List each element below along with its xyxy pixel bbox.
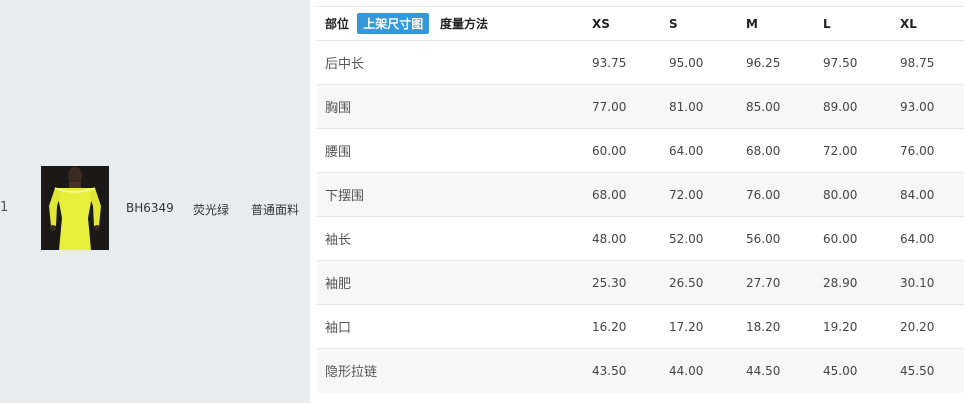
cell-xs: 16.20 — [592, 304, 669, 349]
cell-m: 76.00 — [746, 172, 823, 217]
table-row: 胸围 77.00 81.00 85.00 89.00 93.00 — [317, 84, 964, 129]
cell-l: 89.00 — [823, 84, 900, 129]
row-part: 袖口 — [317, 304, 440, 349]
header-part: 部位 上架尺寸图 — [317, 6, 440, 41]
row-part: 胸围 — [317, 84, 440, 129]
cell-l: 28.90 — [823, 260, 900, 305]
product-fabric: 普通面料 — [251, 203, 300, 217]
header-size-m: M — [746, 6, 823, 41]
cell-s: 17.20 — [669, 304, 746, 349]
table-row: 袖口 16.20 17.20 18.20 19.20 20.20 — [317, 304, 964, 349]
row-method — [440, 216, 592, 261]
dress-model-image — [41, 166, 109, 250]
cell-xs: 43.50 — [592, 348, 669, 393]
header-size-xs: XS — [592, 6, 669, 41]
cell-m: 44.50 — [746, 348, 823, 393]
cell-l: 19.20 — [823, 304, 900, 349]
cell-xs: 25.30 — [592, 260, 669, 305]
cell-xl: 64.00 — [900, 216, 964, 261]
header-method: 度量方法 — [440, 6, 592, 41]
product-row-panel: 1 BH6349 荧光绿 普通面料 — [0, 0, 310, 403]
table-row: 袖长 48.00 52.00 56.00 60.00 64.00 — [317, 216, 964, 261]
cell-xs: 68.00 — [592, 172, 669, 217]
product-thumbnail[interactable] — [41, 166, 109, 250]
cell-m: 68.00 — [746, 128, 823, 173]
row-method — [440, 348, 592, 393]
row-part: 隐形拉链 — [317, 348, 440, 393]
cell-m: 85.00 — [746, 84, 823, 129]
cell-s: 72.00 — [669, 172, 746, 217]
cell-s: 26.50 — [669, 260, 746, 305]
cell-xs: 77.00 — [592, 84, 669, 129]
row-method — [440, 260, 592, 305]
header-size-l: L — [823, 6, 900, 41]
cell-xs: 48.00 — [592, 216, 669, 261]
cell-l: 60.00 — [823, 216, 900, 261]
cell-xl: 45.50 — [900, 348, 964, 393]
row-method — [440, 128, 592, 173]
cell-xl: 98.75 — [900, 40, 964, 85]
table-row: 后中长 93.75 95.00 96.25 97.50 98.75 — [317, 40, 964, 85]
cell-l: 45.00 — [823, 348, 900, 393]
header-size-s: S — [669, 6, 746, 41]
cell-xl: 84.00 — [900, 172, 964, 217]
row-method — [440, 172, 592, 217]
cell-l: 80.00 — [823, 172, 900, 217]
cell-l: 72.00 — [823, 128, 900, 173]
row-part: 后中长 — [317, 40, 440, 85]
cell-m: 56.00 — [746, 216, 823, 261]
cell-xl: 76.00 — [900, 128, 964, 173]
cell-s: 81.00 — [669, 84, 746, 129]
size-chart-page: 1 BH6349 荧光绿 普通面料 部位 上架尺寸图 度量方法 XS S M L… — [0, 0, 964, 403]
cell-xl: 20.20 — [900, 304, 964, 349]
row-part: 袖长 — [317, 216, 440, 261]
cell-m: 18.20 — [746, 304, 823, 349]
cell-s: 95.00 — [669, 40, 746, 85]
table-row: 袖肥 25.30 26.50 27.70 28.90 30.10 — [317, 260, 964, 305]
row-index: 1 — [0, 200, 9, 215]
size-table: 部位 上架尺寸图 度量方法 XS S M L XL 后中长 93.75 95.0… — [317, 6, 964, 393]
table-row: 隐形拉链 43.50 44.00 44.50 45.00 45.50 — [317, 348, 964, 393]
cell-m: 27.70 — [746, 260, 823, 305]
cell-xs: 60.00 — [592, 128, 669, 173]
table-row: 下摆围 68.00 72.00 76.00 80.00 84.00 — [317, 172, 964, 217]
row-part: 腰围 — [317, 128, 440, 173]
row-part: 袖肥 — [317, 260, 440, 305]
cell-xs: 93.75 — [592, 40, 669, 85]
table-header-row: 部位 上架尺寸图 度量方法 XS S M L XL — [317, 6, 964, 41]
row-method — [440, 84, 592, 129]
cell-s: 52.00 — [669, 216, 746, 261]
cell-s: 44.00 — [669, 348, 746, 393]
header-size-xl: XL — [900, 6, 964, 41]
row-method — [440, 304, 592, 349]
product-code: BH6349 — [126, 201, 174, 215]
cell-m: 96.25 — [746, 40, 823, 85]
header-part-label: 部位 — [325, 17, 350, 31]
cell-l: 97.50 — [823, 40, 900, 85]
cell-s: 64.00 — [669, 128, 746, 173]
cell-xl: 30.10 — [900, 260, 964, 305]
table-row: 腰围 60.00 64.00 68.00 72.00 76.00 — [317, 128, 964, 173]
product-color: 荧光绿 — [193, 203, 230, 217]
upload-size-chart-button[interactable]: 上架尺寸图 — [357, 13, 430, 34]
row-method — [440, 40, 592, 85]
row-part: 下摆围 — [317, 172, 440, 217]
cell-xl: 93.00 — [900, 84, 964, 129]
